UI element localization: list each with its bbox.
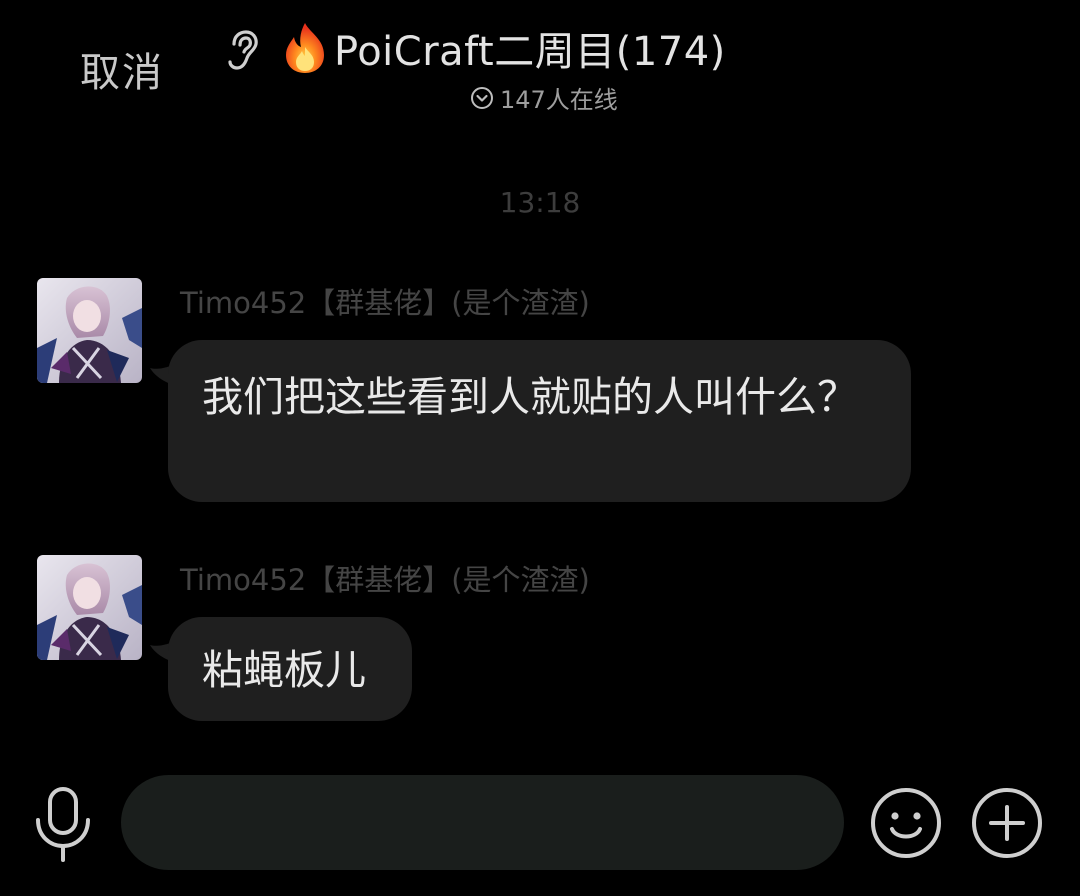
chevron-down-circle-icon: [471, 86, 493, 109]
message-bubble[interactable]: 粘蝇板儿: [168, 617, 412, 721]
avatar[interactable]: [37, 278, 142, 383]
message-timestamp: 13:18: [499, 186, 581, 219]
message-bubble[interactable]: 我们把这些看到人就贴的人叫什么？: [168, 340, 911, 502]
cancel-button[interactable]: 取消: [80, 40, 164, 98]
sender-name: Timo452【群基佬】(是个渣渣): [180, 286, 590, 320]
chat-title: PoiCraft二周目(174): [334, 29, 726, 75]
plus-circle-icon[interactable]: [971, 787, 1043, 859]
chat-title-row[interactable]: PoiCraft二周目(174): [280, 18, 726, 78]
message-item: Timo452【群基佬】(是个渣渣) 我们把这些看到人就贴的人叫什么？: [0, 278, 1080, 508]
sender-name: Timo452【群基佬】(是个渣渣): [180, 563, 590, 597]
message-input[interactable]: [121, 775, 844, 870]
message-item: Timo452【群基佬】(是个渣渣) 粘蝇板儿: [0, 555, 1080, 735]
ear-icon[interactable]: [222, 28, 262, 72]
anime-character-avatar: [37, 555, 142, 660]
microphone-icon[interactable]: [30, 786, 96, 862]
online-count[interactable]: 147人在线: [470, 80, 618, 115]
online-count-text: 147人在线: [500, 86, 618, 114]
input-bar: [0, 760, 1080, 896]
avatar[interactable]: [37, 555, 142, 660]
chat-header: 取消 PoiCraft二周目(174) 147人在线: [0, 0, 1080, 140]
smiley-icon[interactable]: [870, 787, 942, 859]
fire-emoji-icon: [286, 23, 324, 73]
anime-character-avatar: [37, 278, 142, 383]
